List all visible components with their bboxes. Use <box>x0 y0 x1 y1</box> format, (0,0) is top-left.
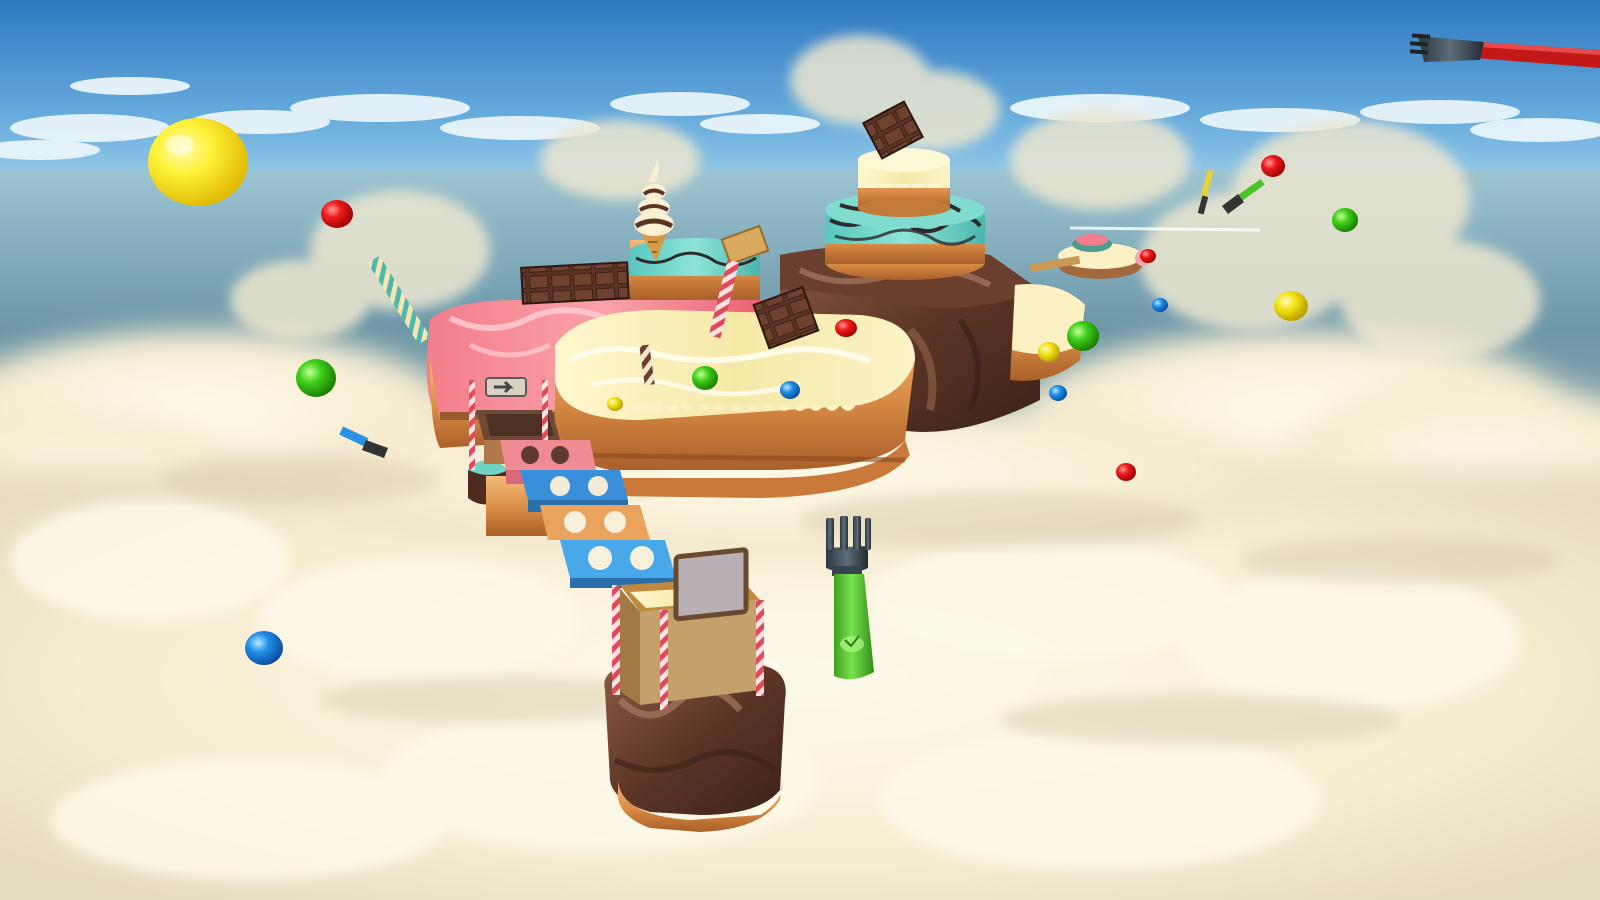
game-viewport[interactable] <box>0 0 1600 900</box>
candy-blue-2[interactable] <box>780 381 800 399</box>
candy-blue-3[interactable] <box>1152 298 1168 312</box>
candy-red-3[interactable] <box>1116 463 1136 481</box>
chocolate-bar-left[interactable] <box>520 261 630 305</box>
candy-yellow-3[interactable] <box>607 397 623 411</box>
candy-red-5[interactable] <box>1140 249 1156 263</box>
candy-blue-4[interactable] <box>1049 385 1067 401</box>
candy-green-3[interactable] <box>1067 321 1099 351</box>
candy-green-4[interactable] <box>692 366 718 390</box>
candy-green-1[interactable] <box>296 359 336 397</box>
candy-red-4[interactable] <box>835 319 857 337</box>
candy-red-2[interactable] <box>1261 155 1285 177</box>
game-scene <box>0 0 1600 900</box>
candy-yellow-1[interactable] <box>1274 291 1308 321</box>
candy-red-1[interactable] <box>321 200 353 228</box>
yellow-balloon[interactable] <box>148 118 248 206</box>
candy-blue-1[interactable] <box>245 631 283 665</box>
candy-green-2[interactable] <box>1332 208 1358 232</box>
candy-yellow-2[interactable] <box>1038 342 1060 362</box>
